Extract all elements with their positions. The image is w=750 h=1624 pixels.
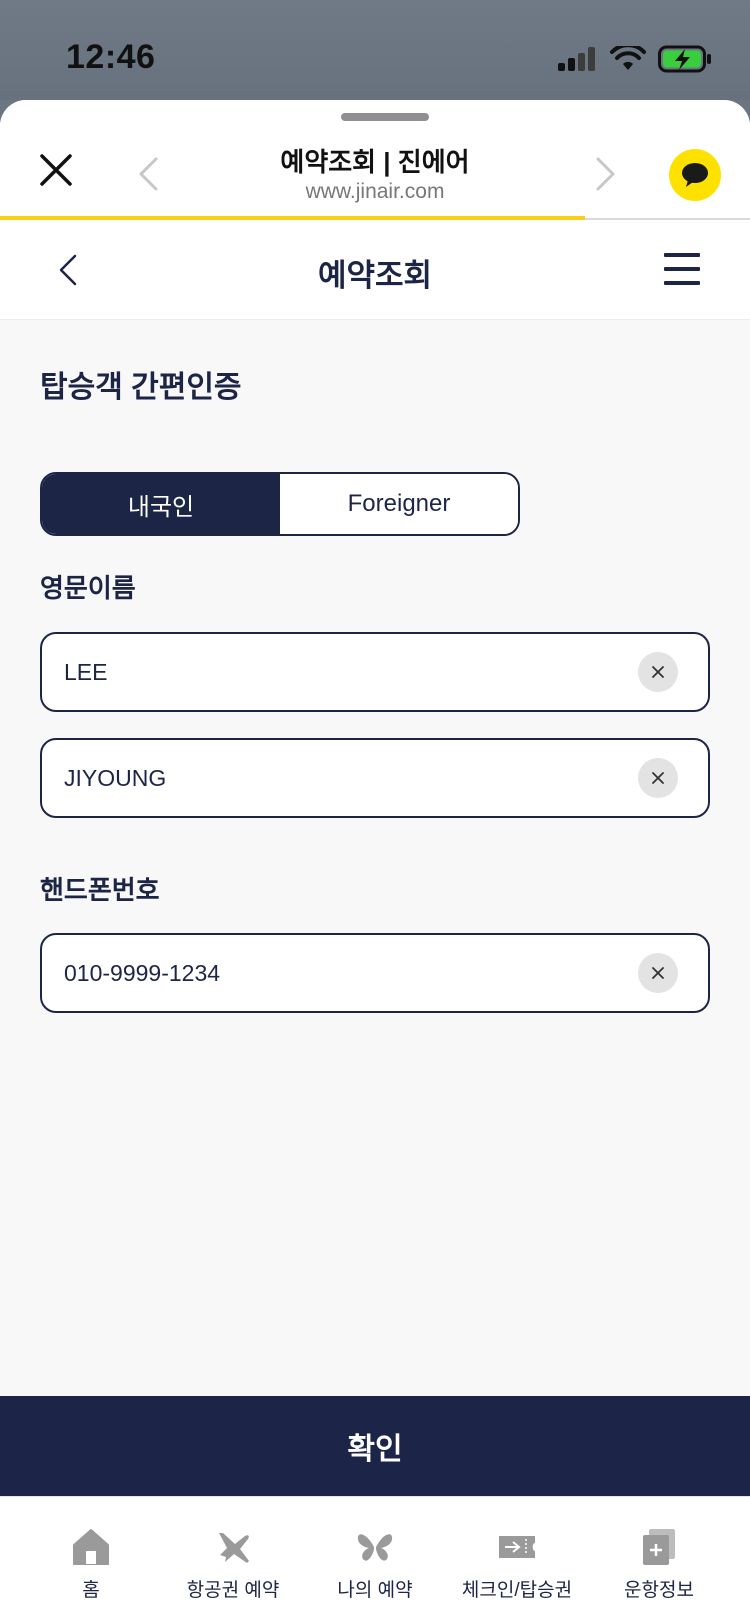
wifi-icon — [610, 46, 646, 70]
nationality-toggle: 내국인 Foreigner — [40, 472, 520, 536]
clear-icon — [652, 772, 664, 784]
clear-phone-button[interactable] — [638, 953, 678, 993]
tab-flight-info[interactable]: 운항정보 — [584, 1497, 734, 1624]
clear-icon — [652, 666, 664, 678]
segment-domestic[interactable]: 내국인 — [42, 474, 280, 534]
butterfly-icon — [357, 1534, 393, 1561]
browser-page-title: 예약조회 | 진에어 — [280, 147, 470, 177]
confirm-button[interactable]: 확인 — [0, 1396, 750, 1496]
ticket-icon — [499, 1536, 535, 1558]
document-plus-icon — [643, 1529, 675, 1565]
cellular-signal-icon — [558, 47, 595, 71]
status-icons — [558, 44, 712, 74]
tab-label: 홈 — [82, 1580, 100, 1601]
close-icon[interactable] — [38, 152, 74, 188]
tab-label: 체크인/탑승권 — [461, 1580, 573, 1601]
section-title: 탑승객 간편인증 — [40, 371, 242, 404]
segment-foreigner[interactable]: Foreigner — [280, 474, 518, 534]
tab-my-booking[interactable]: 나의 예약 — [300, 1497, 450, 1624]
browser-back-icon[interactable] — [136, 156, 160, 192]
hamburger-menu-icon[interactable] — [664, 253, 700, 285]
battery-charging-icon — [658, 45, 711, 73]
clear-first-name-button[interactable] — [638, 758, 678, 798]
tab-flight-booking[interactable]: 항공권 예약 — [158, 1497, 308, 1624]
kakao-share-button[interactable] — [669, 149, 721, 201]
phone-label: 핸드폰번호 — [40, 875, 160, 905]
phone-field[interactable]: 010-9999-1234 — [40, 933, 710, 1013]
phone-value[interactable]: 010-9999-1234 — [64, 935, 220, 1011]
sheet-grabber[interactable] — [341, 113, 429, 121]
browser-url: www.jinair.com — [305, 180, 445, 203]
tab-home[interactable]: 홈 — [16, 1497, 166, 1624]
tab-label: 운항정보 — [624, 1580, 694, 1601]
airplane-icon — [219, 1533, 249, 1563]
clear-icon — [652, 967, 664, 979]
tab-checkin[interactable]: 체크인/탑승권 — [442, 1497, 592, 1624]
page-header: 예약조회 — [0, 220, 750, 320]
clear-last-name-button[interactable] — [638, 652, 678, 692]
browser-sheet: 예약조회 | 진에어 www.jinair.com 예약조회 탑승객 간편인증 … — [0, 100, 750, 1624]
browser-forward-icon[interactable] — [594, 156, 618, 192]
english-name-label: 영문이름 — [40, 573, 136, 603]
chat-bubble-icon — [682, 163, 708, 187]
last-name-value[interactable]: LEE — [64, 634, 107, 710]
status-bar: 12:46 — [0, 0, 750, 100]
bottom-tab-bar: 홈 항공권 예약 나의 예약 체크인/탑승권 운항정보 — [0, 1496, 750, 1624]
in-app-browser-bar: 예약조회 | 진에어 www.jinair.com — [0, 100, 750, 220]
first-name-value[interactable]: JIYOUNG — [64, 740, 166, 816]
home-icon — [73, 1529, 109, 1565]
page-title: 예약조회 — [317, 258, 433, 293]
last-name-field[interactable]: LEE — [40, 632, 710, 712]
tab-label: 나의 예약 — [337, 1580, 413, 1601]
status-time: 12:46 — [66, 38, 156, 76]
tab-label: 항공권 예약 — [186, 1580, 280, 1601]
first-name-field[interactable]: JIYOUNG — [40, 738, 710, 818]
